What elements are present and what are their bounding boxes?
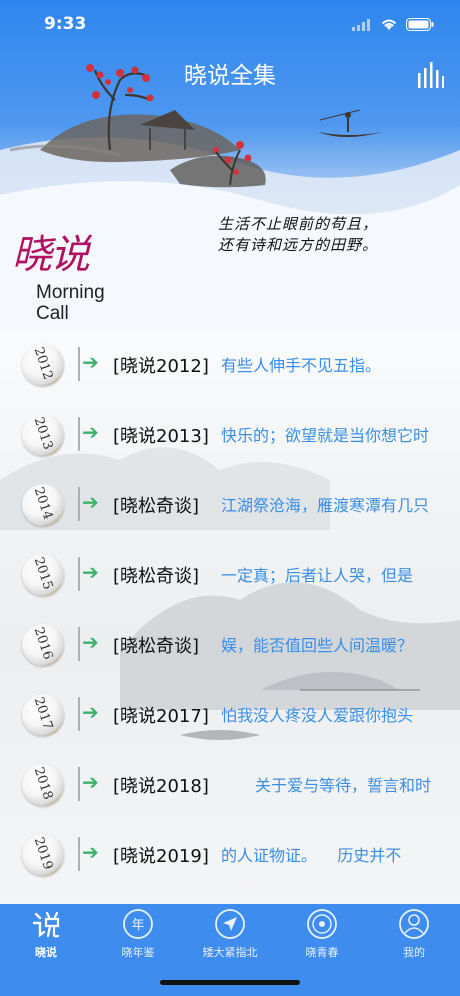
year-badge-label: 2012 [30,345,56,382]
list-item[interactable]: 2013 ➔ [晓说2013] 快乐的；欲望就是当你想它时 [0,400,460,470]
year-badge: 2013 [22,414,64,456]
wifi-icon [380,16,398,35]
series-tag: [晓说2013] [113,426,209,447]
year-badge: 2012 [22,344,64,386]
list-item[interactable]: 2019 ➔ [晓说2019] 的人证物证。 历史并不 [0,820,460,890]
list-item[interactable]: 2015 ➔ [晓松奇谈] 一定真；后者让人哭，但是 [0,540,460,610]
series-tag: [晓说2018] [113,776,209,797]
episode-text: 有些人伸手不见五指。 [221,356,382,375]
year-badge: 2018 [22,764,64,806]
year-badge-label: 2016 [30,625,56,662]
tab-xiaoshuo[interactable]: 晓说 [0,908,92,968]
series-tag: [晓松奇谈] [113,636,200,657]
year-badge-label: 2018 [30,765,56,802]
bar-chart-icon [418,62,444,88]
episode-marquee: 有些人伸手不见五指。 [221,352,448,376]
compass-arrow-icon [215,909,245,939]
list-item[interactable]: 2014 ➔ [晓松奇谈] 江湖祭沧海，雁渡寒潭有几只 [0,470,460,540]
arrow-right-icon: ➔ [82,350,99,374]
tab-label: 我的 [403,946,425,959]
divider [78,627,80,661]
year-badge-icon: 年 [123,909,153,939]
user-profile-icon [399,909,429,939]
episode-marquee: 的人证物证。 历史并不 [221,842,448,866]
arrow-right-icon: ➔ [82,770,99,794]
divider [78,347,80,381]
year-badge: 2017 [22,694,64,736]
episode-marquee: 快乐的；欲望就是当你想它时 [221,422,448,446]
tab-yearbook[interactable]: 年 晓年鉴 [92,908,184,968]
arrow-right-icon: ➔ [82,630,99,654]
episode-marquee: 一定真；后者让人哭，但是 [221,562,448,586]
slogan-line: 生活不止眼前的苟且， [218,215,379,233]
series-tag: [晓松奇谈] [113,566,200,587]
list-item[interactable]: 2018 ➔ [晓说2018] 关于爱与等待，誓言和时 [0,750,460,820]
episode-text: 怕我没人疼没人爱跟你抱头 [221,706,414,725]
battery-icon [406,16,434,35]
home-indicator[interactable] [160,980,300,985]
series-tag: [晓说2012] [113,356,209,377]
slogan: 生活不止眼前的苟且， 还有诗和远方的田野。 [218,214,448,256]
series-tag: [晓说2017] [113,706,209,727]
tab-youth[interactable]: 晓青春 [276,908,368,968]
tab-label: 晓青春 [305,946,339,959]
arrow-right-icon: ➔ [82,840,99,864]
year-badge: 2014 [22,484,64,526]
status-indicators [352,16,434,35]
divider [78,697,80,731]
year-badge: 2015 [22,554,64,596]
series-tag: [晓说2019] [113,846,209,867]
brand-name-en: Morning Call [36,282,105,324]
tab-label: 矮大紧指北 [202,946,258,959]
episode-marquee: 娱，能否值回些人间温暖？ [221,632,448,656]
arrow-right-icon: ➔ [82,700,99,724]
slogan-line: 还有诗和远方的田野。 [218,236,379,254]
episode-text: 一定真；后者让人哭，但是 [221,566,414,585]
status-time: 9:33 [44,14,87,34]
episode-marquee: 关于爱与等待，誓言和时 [255,772,448,796]
list-item[interactable]: 2016 ➔ [晓松奇谈] 娱，能否值回些人间温暖？ [0,610,460,680]
list-item[interactable]: 2017 ➔ [晓说2017] 怕我没人疼没人爱跟你抱头 [0,680,460,750]
year-badge-label: 2013 [30,415,56,452]
episode-text: 娱，能否值回些人间温暖？ [221,636,414,655]
arrow-right-icon: ➔ [82,490,99,514]
brand-name-cn: 晓说 [12,232,90,278]
vinyl-record-icon [307,909,337,939]
status-bar: 9:33 [0,0,460,48]
episode-marquee: 怕我没人疼没人爱跟你抱头 [221,702,448,726]
year-badge-label: 2019 [30,835,56,872]
year-badge-label: 2017 [30,695,56,732]
arrow-right-icon: ➔ [82,420,99,444]
divider [78,837,80,871]
year-badge-label: 2015 [30,555,56,592]
page-title: 晓说全集 [184,63,276,89]
tab-label: 晓说 [35,946,57,959]
signal-icon [352,16,372,35]
arrow-right-icon: ➔ [82,560,99,584]
episode-marquee: 江湖祭沧海，雁渡寒潭有几只 [221,492,448,516]
year-badge: 2016 [22,624,64,666]
year-badge: 2019 [22,834,64,876]
brand-logo: 晓说 Morning Call [12,222,152,324]
episode-text: 关于爱与等待，誓言和时 [255,776,432,795]
svg-text:年: 年 [131,918,144,933]
episode-text: 的人证物证。 历史并不 [221,846,402,865]
tab-label: 晓年鉴 [121,946,155,959]
divider [78,417,80,451]
tab-guide[interactable]: 矮大紧指北 [184,908,276,968]
stats-button[interactable] [416,62,444,88]
divider [78,557,80,591]
divider [78,767,80,801]
episode-text: 快乐的；欲望就是当你想它时 [221,426,430,445]
xiaoshuo-logo-icon [32,911,60,938]
episode-list: 2012 ➔ [晓说2012] 有些人伸手不见五指。 2013 ➔ [晓说201… [0,330,460,904]
year-badge-label: 2014 [30,485,56,522]
divider [78,487,80,521]
tab-profile[interactable]: 我的 [368,908,460,968]
series-tag: [晓松奇谈] [113,496,200,517]
episode-text: 江湖祭沧海，雁渡寒潭有几只 [221,496,430,515]
list-item[interactable]: 2012 ➔ [晓说2012] 有些人伸手不见五指。 [0,330,460,400]
